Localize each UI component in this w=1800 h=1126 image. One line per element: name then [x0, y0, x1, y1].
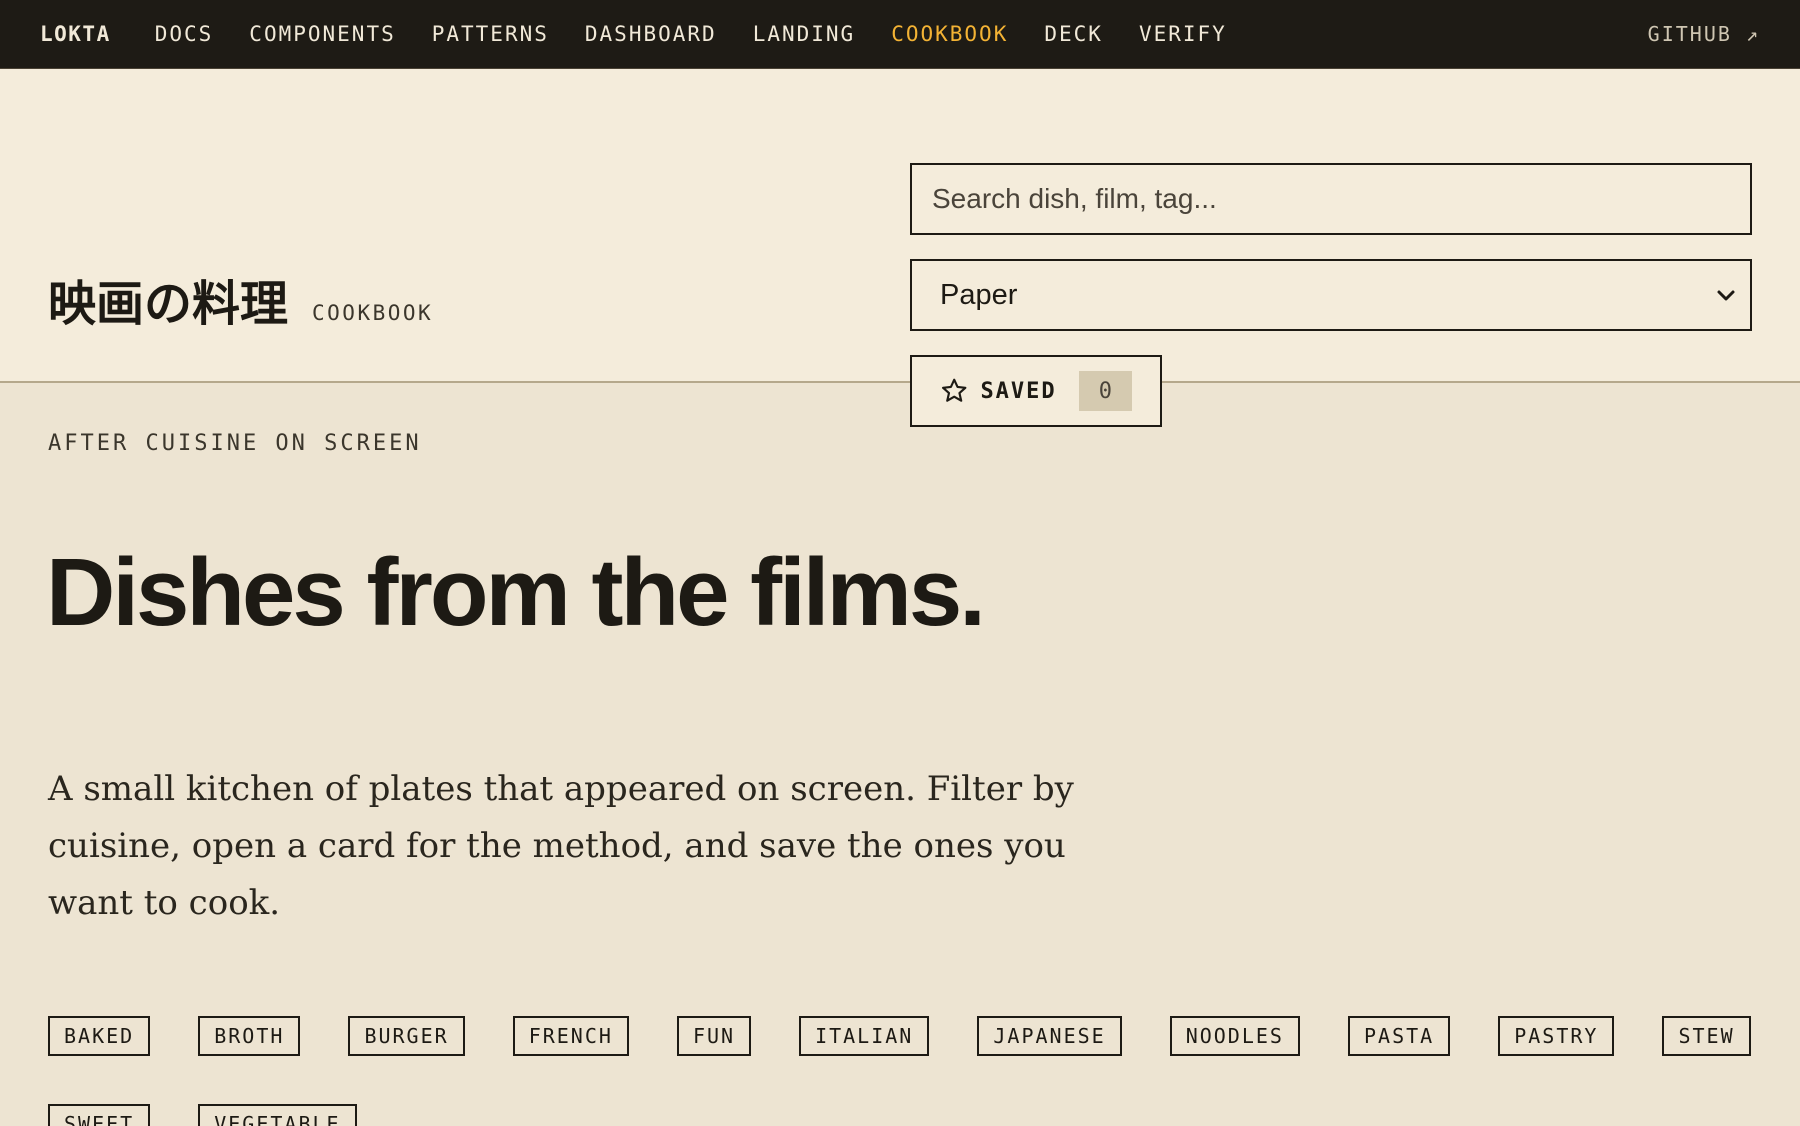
- nav-link-cookbook[interactable]: COOKBOOK: [891, 22, 1008, 46]
- saved-count-badge: 0: [1078, 371, 1132, 411]
- brand-logo[interactable]: LOKTA: [40, 22, 111, 46]
- theme-select[interactable]: Paper: [910, 259, 1752, 331]
- tag-broth[interactable]: BROTH: [198, 1016, 301, 1056]
- search-input[interactable]: [910, 163, 1752, 235]
- page-header: 映画の料理 COOKBOOK Paper SAVED 0: [0, 69, 1800, 427]
- tag-pastry[interactable]: PASTRY: [1498, 1016, 1615, 1056]
- nav-link-verify[interactable]: VERIFY: [1139, 22, 1227, 46]
- tag-pasta[interactable]: PASTA: [1347, 1016, 1451, 1056]
- tag-burger[interactable]: BURGER: [348, 1016, 465, 1056]
- chevron-down-icon: [1717, 290, 1735, 301]
- site-title-japanese: 映画の料理: [48, 278, 289, 331]
- tag-stew[interactable]: STEW: [1662, 1016, 1751, 1056]
- nav-link-deck[interactable]: DECK: [1044, 22, 1103, 46]
- tag-baked[interactable]: BAKED: [48, 1016, 151, 1056]
- nav-link-patterns[interactable]: PATTERNS: [432, 22, 549, 46]
- tag-filter-list: BAKED BROTH BURGER FRENCH FUN ITALIAN JAPANESE…: [48, 1016, 1758, 1126]
- tag-sweet[interactable]: SWEET: [48, 1104, 151, 1126]
- eyebrow-label: AFTER CUISINE ON SCREEN: [48, 431, 422, 456]
- site-title-subtitle: COOKBOOK: [312, 301, 434, 325]
- star-icon: [942, 378, 967, 402]
- tag-french[interactable]: FRENCH: [512, 1016, 629, 1056]
- header-controls: Paper SAVED 0: [910, 163, 1752, 427]
- saved-label: SAVED: [980, 378, 1057, 404]
- tag-fun[interactable]: FUN: [676, 1016, 752, 1056]
- site-title: 映画の料理 COOKBOOK: [48, 264, 433, 334]
- top-nav: LOKTA DOCS COMPONENTS PATTERNS DASHBOARD LAN…: [0, 0, 1800, 69]
- page-lede: A small kitchen of plates that appeared …: [48, 769, 1074, 923]
- page-headline: Dishes from the films.: [46, 539, 986, 646]
- tag-vegetable[interactable]: VEGETABLE: [198, 1104, 357, 1126]
- nav-link-landing[interactable]: LANDING: [753, 22, 856, 46]
- tag-japanese[interactable]: JAPANESE: [977, 1016, 1122, 1056]
- tag-italian[interactable]: ITALIAN: [799, 1016, 930, 1056]
- tag-noodles[interactable]: NOODLES: [1169, 1016, 1300, 1056]
- nav-links: DOCS COMPONENTS PATTERNS DASHBOARD LANDING CO…: [155, 22, 1263, 46]
- github-link[interactable]: GITHUB ↗: [1648, 22, 1760, 46]
- nav-link-dashboard[interactable]: DASHBOARD: [585, 22, 717, 46]
- theme-select-value: Paper: [940, 278, 1018, 311]
- nav-link-components[interactable]: COMPONENTS: [249, 22, 395, 46]
- nav-link-docs[interactable]: DOCS: [155, 22, 214, 46]
- saved-button[interactable]: SAVED 0: [910, 355, 1162, 427]
